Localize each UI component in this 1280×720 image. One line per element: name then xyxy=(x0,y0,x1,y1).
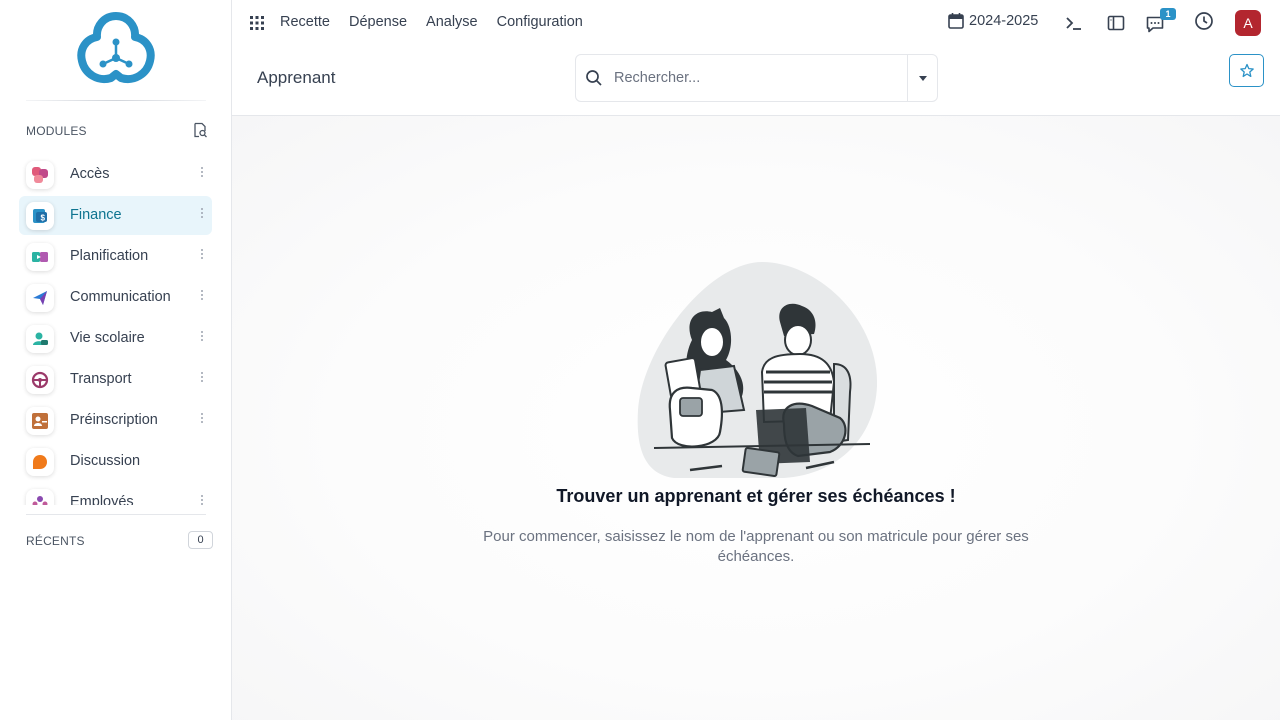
messages-count-badge: 1 xyxy=(1160,8,1176,20)
search-input[interactable] xyxy=(614,55,904,101)
recent-label: RÉCENTS xyxy=(26,534,85,548)
terminal-icon[interactable] xyxy=(1064,13,1084,33)
favorite-button[interactable] xyxy=(1229,54,1264,87)
star-pin-icon xyxy=(1239,63,1254,77)
top-navbar: Recette Dépense Analyse Configuration 20… xyxy=(232,0,1280,46)
menu-depense[interactable]: Dépense xyxy=(349,14,407,30)
kebab-icon[interactable] xyxy=(200,208,204,222)
sidebar: MODULES Accès $ Finance Planification Co… xyxy=(0,0,232,720)
sidebar-item-finance[interactable]: $ Finance xyxy=(19,196,212,235)
kebab-icon[interactable] xyxy=(200,290,204,304)
sidebar-item-label: Communication xyxy=(70,289,171,305)
apps-grid-icon[interactable] xyxy=(250,16,264,30)
modules-label: MODULES xyxy=(26,124,87,138)
sidebar-item-label: Préinscription xyxy=(70,412,158,428)
svg-text:$: $ xyxy=(41,214,46,223)
sidebar-item-label: Discussion xyxy=(70,453,141,469)
finance-icon: $ xyxy=(26,202,54,230)
app-logo[interactable] xyxy=(76,12,156,90)
menu-configuration[interactable]: Configuration xyxy=(497,14,583,30)
chat-bubble-icon xyxy=(26,448,54,476)
steering-wheel-icon xyxy=(26,366,54,394)
paper-plane-icon xyxy=(26,284,54,312)
access-icon xyxy=(26,161,54,189)
module-search-icon[interactable] xyxy=(192,122,208,138)
sidebar-item-label: Transport xyxy=(70,371,132,387)
school-life-icon xyxy=(26,325,54,353)
sidebar-item-transport[interactable]: Transport xyxy=(19,360,212,399)
planning-icon xyxy=(26,243,54,271)
sidebar-item-label: Finance xyxy=(70,207,122,223)
main-content: Trouver un apprenant et gérer ses échéan… xyxy=(232,116,1280,720)
empty-state-text: Pour commencer, saisissez le nom de l'ap… xyxy=(483,528,1029,565)
main-menu: Recette Dépense Analyse Configuration xyxy=(280,14,602,30)
user-avatar[interactable]: A xyxy=(1235,10,1261,36)
kebab-icon[interactable] xyxy=(200,331,204,345)
sidebar-item-discussion[interactable]: Discussion xyxy=(19,442,212,481)
academic-year-label: 2024-2025 xyxy=(969,12,1039,29)
kebab-icon[interactable] xyxy=(200,495,204,505)
search-bar xyxy=(575,54,938,102)
kebab-icon[interactable] xyxy=(200,372,204,386)
module-list: Accès $ Finance Planification Communicat… xyxy=(19,155,212,505)
sidebar-item-label: Planification xyxy=(70,248,149,264)
empty-state-title: Trouver un apprenant et gérer ses échéan… xyxy=(556,486,956,506)
kebab-icon[interactable] xyxy=(200,413,204,427)
employees-icon xyxy=(26,489,54,505)
control-panel: Apprenant xyxy=(232,46,1280,116)
panel-toggle-icon[interactable] xyxy=(1106,13,1126,33)
calendar-icon xyxy=(948,13,964,29)
sidebar-item-preinscription[interactable]: Préinscription xyxy=(19,401,212,440)
recent-divider xyxy=(26,514,206,515)
logo-divider xyxy=(26,100,206,101)
menu-recette[interactable]: Recette xyxy=(280,14,330,30)
kebab-icon[interactable] xyxy=(200,167,204,181)
sidebar-item-label: Accès xyxy=(70,166,110,182)
sidebar-item-label: Employés xyxy=(70,494,134,505)
menu-analyse[interactable]: Analyse xyxy=(426,14,478,30)
academic-year-selector[interactable]: 2024-2025 xyxy=(948,12,1038,29)
search-options-toggle[interactable] xyxy=(907,55,937,101)
preregistration-icon xyxy=(26,407,54,435)
sidebar-item-planification[interactable]: Planification xyxy=(19,237,212,276)
sidebar-item-communication[interactable]: Communication xyxy=(19,278,212,317)
sidebar-item-employes[interactable]: Employés xyxy=(19,483,212,505)
page-title: Apprenant xyxy=(257,68,336,87)
sidebar-item-acces[interactable]: Accès xyxy=(19,155,212,194)
sidebar-item-vie-scolaire[interactable]: Vie scolaire xyxy=(19,319,212,358)
students-illustration xyxy=(637,262,878,478)
search-icon[interactable] xyxy=(585,69,603,87)
caret-down-icon xyxy=(918,75,927,81)
sidebar-item-label: Vie scolaire xyxy=(70,330,145,346)
recent-count-badge: 0 xyxy=(188,531,213,549)
clock-icon[interactable] xyxy=(1194,11,1214,31)
kebab-icon[interactable] xyxy=(200,249,204,263)
